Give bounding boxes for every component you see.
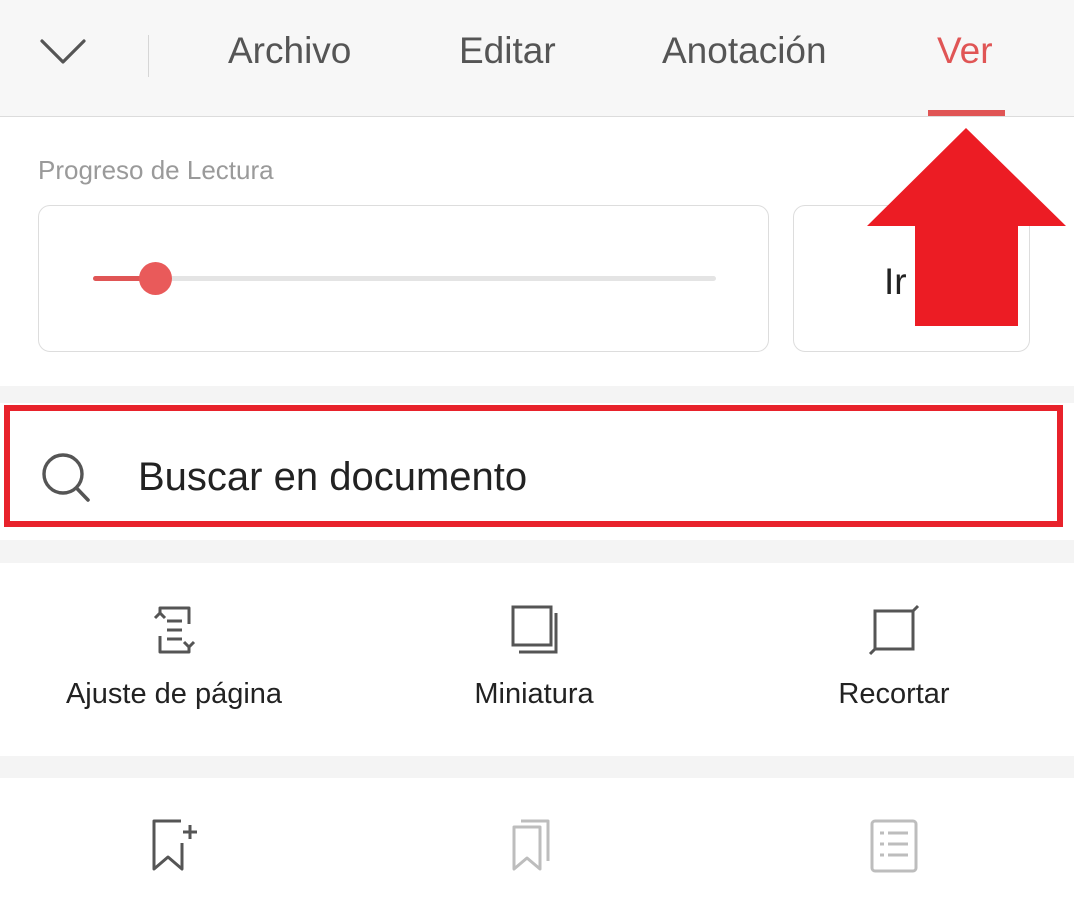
- section-divider: [0, 756, 1074, 778]
- outline-button[interactable]: [744, 815, 1044, 875]
- go-to-page-button[interactable]: Ir: [793, 205, 1030, 352]
- section-divider: [0, 386, 1074, 403]
- reading-progress-card: [38, 205, 769, 352]
- reading-progress-slider[interactable]: [93, 262, 716, 295]
- go-to-page-label: Ir: [884, 261, 907, 302]
- page-fit-icon: [153, 606, 196, 654]
- crop-button[interactable]: Recortar: [744, 600, 1044, 711]
- active-tab-indicator: [928, 110, 1005, 116]
- search-document-label: Buscar en documento: [138, 455, 528, 499]
- page-fit-label: Ajuste de página: [65, 678, 283, 710]
- tab-anotacion[interactable]: Anotación: [662, 30, 827, 116]
- outline-list-icon: [870, 819, 918, 873]
- page-fit-button[interactable]: Ajuste de página: [24, 600, 324, 711]
- section-divider: [0, 540, 1074, 563]
- bookmarks-icon: [512, 819, 550, 871]
- tab-ver[interactable]: Ver: [937, 30, 993, 116]
- slider-thumb[interactable]: [139, 262, 173, 295]
- add-bookmark-icon: [152, 819, 197, 871]
- search-icon: [42, 453, 90, 502]
- bookmarks-button[interactable]: [384, 815, 684, 875]
- thumbnail-button[interactable]: Miniatura: [384, 600, 684, 711]
- chevron-down-icon: [40, 39, 86, 64]
- thumbnail-label: Miniatura: [474, 678, 594, 710]
- reading-progress-label: Progreso de Lectura: [38, 155, 274, 185]
- tab-editar[interactable]: Editar: [459, 30, 556, 116]
- tab-divider: [148, 35, 149, 77]
- add-bookmark-button[interactable]: [24, 815, 324, 875]
- crop-icon: [868, 604, 920, 656]
- tab-bar: Archivo Editar Anotación Ver: [0, 0, 1074, 117]
- crop-label: Recortar: [838, 678, 950, 710]
- thumbnail-icon: [511, 605, 558, 654]
- view-menu-panel: Archivo Editar Anotación Ver Progreso de…: [0, 0, 1074, 897]
- tab-archivo[interactable]: Archivo: [228, 30, 351, 116]
- collapse-button[interactable]: [30, 24, 96, 80]
